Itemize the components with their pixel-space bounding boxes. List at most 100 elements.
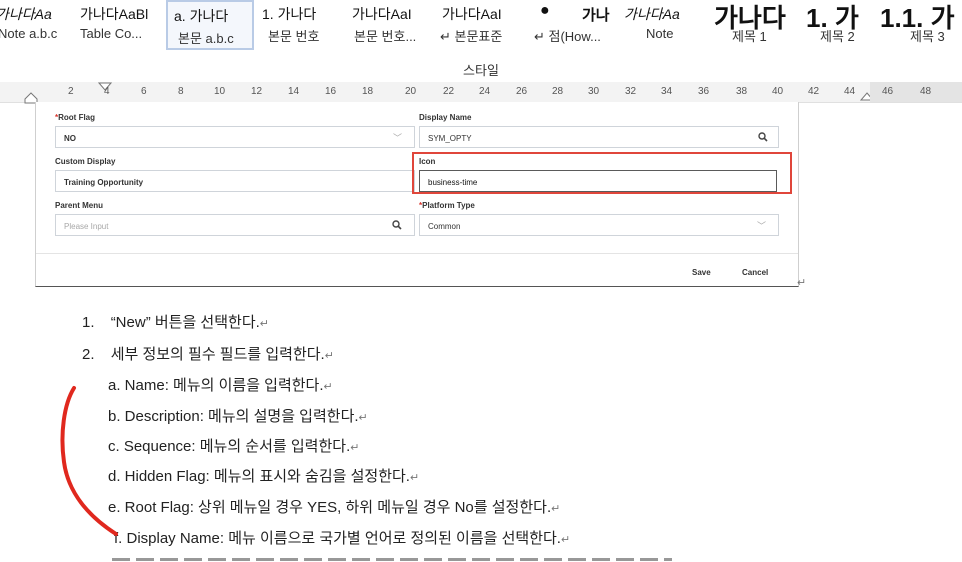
parent-menu-label: Parent Menu [55,201,104,210]
ruler-number: 42 [808,86,820,97]
style-preview: 가나다AaI [442,6,502,22]
custom-display-field[interactable]: Training Opportunity [55,170,415,192]
list-item[interactable]: f. Display Name: 메뉴 이름으로 국가별 언어로 정의된 이름을… [114,527,570,548]
style-preview: 가나다Aa [624,6,680,22]
style-preview: 1. 가나다 [262,6,317,22]
ruler-number: 16 [325,86,337,97]
list-text: “New” 버튼을 선택한다. [110,314,260,331]
list-text: f. Display Name: 메뉴 이름으로 국가별 언어로 정의된 이름을… [114,530,561,547]
ruler-number: 2 [68,86,74,97]
style-body-number[interactable]: 1. 가나다 본문 번호 [262,0,342,50]
root-flag-label-text: Root Flag [58,113,96,122]
style-name: 본문 a.b.c [178,31,234,46]
list-text: c. Sequence: 메뉴의 순서를 입력한다. [108,438,351,455]
list-number: 2. [82,346,95,363]
cut-off-line [112,556,672,562]
style-preview: 가나다 [714,3,786,33]
paragraph-mark: ↵ [259,318,270,330]
paragraph-mark: ↵ [551,503,561,515]
search-icon[interactable] [758,132,768,142]
display-name-field[interactable]: SYM_OPTY [419,126,779,148]
bullet-icon: ● [540,2,550,19]
style-body-number-2[interactable]: 가나다AaI 본문 번호... [352,0,432,50]
ruler-number: 26 [516,86,528,97]
list-text: d. Hidden Flag: 메뉴의 표시와 숨김을 설정한다. [108,468,410,485]
form-footer-divider [36,253,798,254]
ruler-number: 8 [178,86,184,97]
ruler-number: 14 [288,86,300,97]
list-item[interactable]: e. Root Flag: 상위 메뉴일 경우 YES, 하위 메뉴일 경우 N… [108,496,560,517]
list-text: 세부 정보의 필수 필드를 입력한다. [110,346,325,363]
style-preview: 1.1. 가 [880,3,955,33]
ruler-number: 38 [736,86,748,97]
platform-type-select[interactable]: Common [419,214,779,236]
style-name: Table Co... [80,26,143,41]
icon-field[interactable]: business-time [419,170,777,192]
style-preview: 가나 [582,7,610,24]
style-preview: 가나다AaBl [80,6,149,22]
style-body-standard[interactable]: 가나다AaI ↵ 본문표준 [438,0,524,50]
ruler-number: 34 [661,86,673,97]
style-heading-1[interactable]: 가나다Aa 제목 1 [624,0,767,50]
paragraph-mark: ↵ [323,381,333,393]
parent-menu-field[interactable]: Please Input [55,214,415,236]
platform-type-label: *Platform Type [419,201,475,210]
ruler-number: 24 [479,86,491,97]
style-body-abc[interactable]: a. 가나다 본문 a.b.c [166,0,254,50]
ruler-number: 28 [552,86,564,97]
style-name: ↵ 본문표준 [440,29,503,44]
ruler-number: 48 [920,86,932,97]
ruler-number: 22 [443,86,455,97]
root-flag-select[interactable]: NO [55,126,415,148]
horizontal-ruler[interactable]: 2 4 6 8 10 12 14 16 18 20 22 24 26 28 30… [0,82,962,104]
chevron-down-icon[interactable]: ﹀ [757,219,766,232]
style-note-abc[interactable]: 가나다Aa Note a.b.c [0,0,68,50]
paragraph-mark: ↵ [358,412,368,424]
ruler-number: 30 [588,86,600,97]
style-heading-4[interactable]: 1.1. 가 [872,0,962,50]
ruler-number: 12 [251,86,263,97]
list-item[interactable]: 2. 세부 정보의 필수 필드를 입력한다.↵ [82,343,334,364]
list-text: a. Name: 메뉴의 이름을 입력한다. [108,377,324,394]
list-item[interactable]: c. Sequence: 메뉴의 순서를 입력한다.↵ [108,435,359,456]
style-preview: 1. 가 [806,3,859,33]
list-number: 1. [82,314,95,331]
root-flag-label: *Root Flag [55,113,95,122]
style-name: Note a.b.c [0,26,58,41]
ruler-number: 32 [625,86,637,97]
icon-label: Icon [419,157,436,166]
custom-display-label: Custom Display [55,157,116,166]
ruler-number: 44 [844,86,856,97]
style-heading-2[interactable]: 가나다 제목 2 [714,0,855,50]
paragraph-mark: ↵ [560,534,571,546]
search-icon[interactable] [392,220,402,230]
platform-type-label-text: Platform Type [422,201,475,210]
list-item[interactable]: b. Description: 메뉴의 설명을 입력한다.↵ [108,405,368,426]
display-name-label: Display Name [419,113,472,122]
style-table-co[interactable]: 가나다AaBl Table Co... [80,0,162,50]
ruler-number: 40 [772,86,784,97]
style-preview: a. 가나다 [174,8,229,24]
style-name: 본문 번호 [268,29,320,44]
ruler-number: 36 [698,86,710,97]
menu-detail-form-image: *Root Flag NO ﹀ Display Name SYM_OPTY Cu… [35,102,799,287]
ruler-number: 4 [104,86,110,97]
cancel-button[interactable]: Cancel [742,268,768,277]
ruler-number: 20 [405,86,417,97]
list-text: e. Root Flag: 상위 메뉴일 경우 YES, 하위 메뉴일 경우 N… [108,499,552,516]
ruler-number: 10 [214,86,226,97]
ruler-number: 18 [362,86,374,97]
list-item[interactable]: 1. “New” 버튼을 선택한다.↵ [82,311,269,332]
save-button[interactable]: Save [692,268,711,277]
paragraph-mark: ↵ [409,472,420,484]
paragraph-mark: ↵ [324,350,334,362]
style-preview: 가나다Aa [0,6,52,22]
red-annotation-bracket [60,386,118,536]
chevron-down-icon[interactable]: ﹀ [393,131,402,144]
style-name: 본문 번호... [354,29,417,44]
ruler-number: 6 [141,86,147,97]
paragraph-mark: ↵ [797,277,807,289]
list-text: b. Description: 메뉴의 설명을 입력한다. [108,408,359,425]
list-item[interactable]: a. Name: 메뉴의 이름을 입력한다.↵ [108,374,333,395]
list-item[interactable]: d. Hidden Flag: 메뉴의 표시와 숨김을 설정한다.↵ [108,465,419,486]
